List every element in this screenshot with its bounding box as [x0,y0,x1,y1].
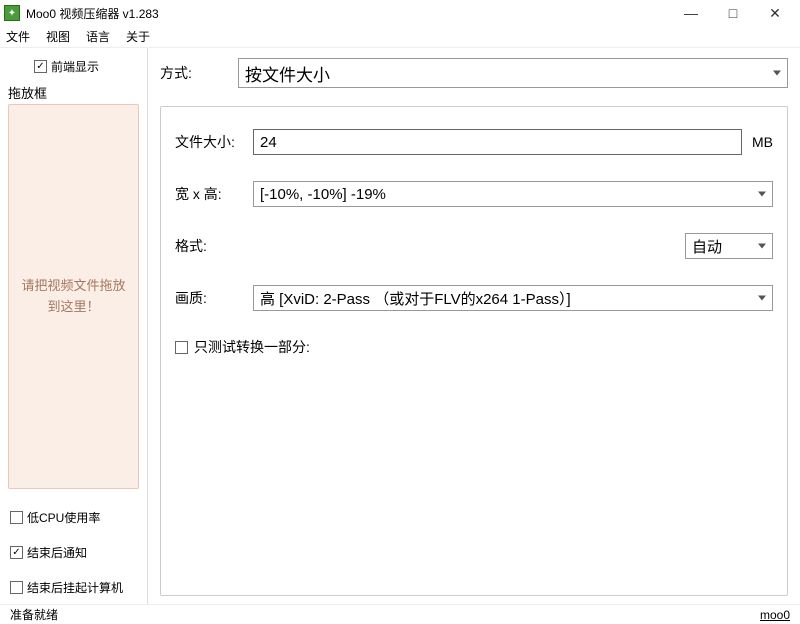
format-select[interactable]: 自动 [685,233,773,259]
menu-lang[interactable]: 语言 [86,28,110,45]
quality-value: 高 [XviD: 2-Pass （或对于FLV的x264 1-Pass）] [260,288,571,309]
suspend-after-checkbox[interactable] [10,581,23,594]
statusbar: 准备就绪 moo0 [0,604,800,624]
test-only-checkbox[interactable] [175,341,188,354]
notify-done-checkbox[interactable] [10,546,23,559]
suspend-after-label: 结束后挂起计算机 [27,579,123,596]
method-value: 按文件大小 [245,61,330,86]
menubar: 文件 视图 语言 关于 [0,26,800,48]
main-panel: 方式: 按文件大小 文件大小: MB 宽 x 高: [-10%, -10%] -… [148,48,800,604]
filesize-label: 文件大小: [175,132,253,152]
wxh-select[interactable]: [-10%, -10%] -19% [253,181,773,207]
low-cpu-checkbox[interactable] [10,511,23,524]
titlebar: ✦ Moo0 视频压缩器 v1.283 — □ ✕ [0,0,800,26]
menu-about[interactable]: 关于 [126,28,150,45]
quality-label: 画质: [175,288,253,308]
window-title: Moo0 视频压缩器 v1.283 [26,5,670,22]
settings-group: 文件大小: MB 宽 x 高: [-10%, -10%] -19% 格式: 自动… [160,106,788,596]
minimize-button[interactable]: — [670,0,712,26]
always-on-top-label: 前端显示 [51,58,99,75]
dropframe-label: 拖放框 [8,83,139,104]
brand-link[interactable]: moo0 [760,608,790,622]
test-only-label: 只测试转换一部分: [194,337,310,357]
status-text: 准备就绪 [10,606,760,623]
always-on-top-checkbox[interactable] [34,60,47,73]
dropzone[interactable]: 请把视频文件拖放到这里！ [8,104,139,489]
sidebar: 前端显示 拖放框 请把视频文件拖放到这里！ 低CPU使用率 结束后通知 结束后挂… [0,48,148,604]
quality-select[interactable]: 高 [XviD: 2-Pass （或对于FLV的x264 1-Pass）] [253,285,773,311]
filesize-input[interactable] [253,129,742,155]
format-label: 格式: [175,236,253,256]
wxh-value: [-10%, -10%] -19% [260,186,386,203]
maximize-button[interactable]: □ [712,0,754,26]
notify-done-label: 结束后通知 [27,544,87,561]
filesize-unit: MB [752,134,773,150]
format-value: 自动 [692,236,722,257]
menu-view[interactable]: 视图 [46,28,70,45]
app-icon: ✦ [4,5,20,21]
menu-file[interactable]: 文件 [6,28,30,45]
wxh-label: 宽 x 高: [175,184,253,204]
method-label: 方式: [160,63,238,83]
method-select[interactable]: 按文件大小 [238,58,788,88]
dropzone-hint: 请把视频文件拖放到这里！ [17,276,130,318]
close-button[interactable]: ✕ [754,0,796,26]
low-cpu-label: 低CPU使用率 [27,509,100,526]
